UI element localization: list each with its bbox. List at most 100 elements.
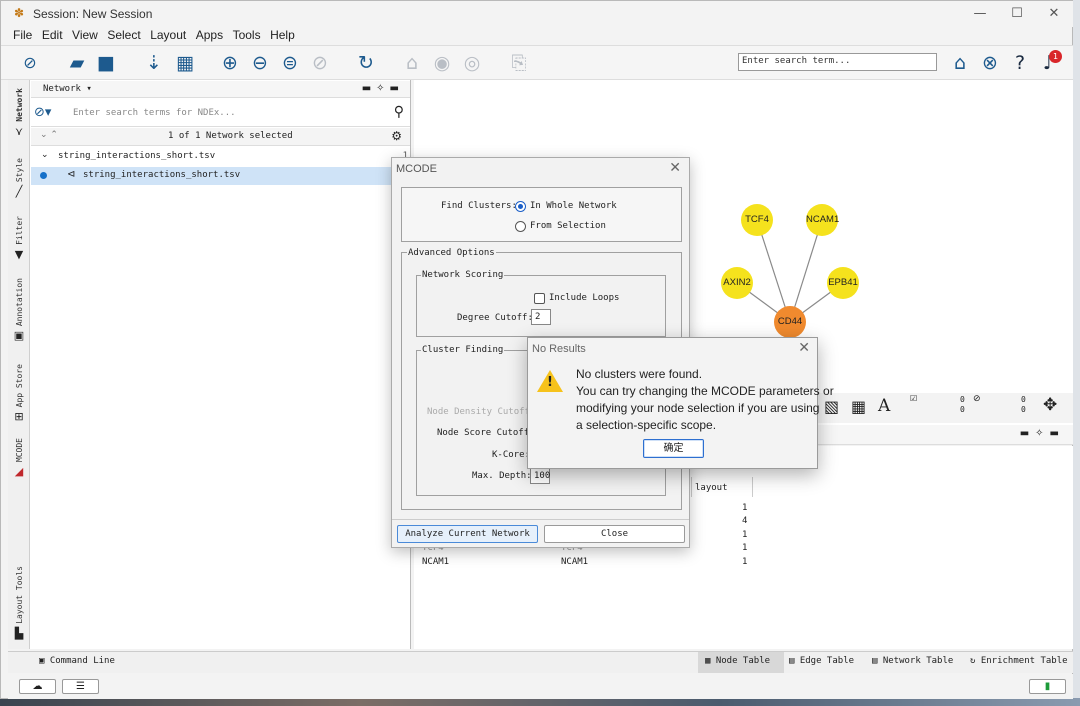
close-icon[interactable]: ✕ bbox=[669, 160, 681, 176]
radio-from-selection-label[interactable]: From Selection bbox=[530, 221, 606, 231]
show-icon[interactable]: ◎ bbox=[460, 51, 484, 75]
zoom-out-icon[interactable]: ⊖ bbox=[248, 51, 272, 75]
network-item-selected[interactable]: ⊲ string_interactions_short.tsv 5 bbox=[31, 167, 410, 185]
new-network-icon[interactable]: ⎘ bbox=[507, 51, 531, 75]
table-panel-icons[interactable]: ▬✧▬ bbox=[1020, 428, 1065, 439]
cluster-finding-label: Cluster Finding bbox=[421, 345, 505, 355]
tab-network[interactable]: Network ⋎ bbox=[8, 88, 30, 138]
eye-slash-icon: ⊘ bbox=[973, 394, 981, 404]
tab-style[interactable]: Style ╱ bbox=[8, 158, 30, 198]
radio-whole-network-label[interactable]: In Whole Network bbox=[530, 201, 617, 211]
tab-edge-table[interactable]: ▤ Edge Table bbox=[789, 656, 854, 666]
network-icon: ⋎ bbox=[14, 124, 24, 138]
degree-cutoff-input[interactable]: 2 bbox=[531, 309, 551, 325]
tab-filter[interactable]: Filter ▼ bbox=[8, 216, 30, 261]
network-scoring-label: Network Scoring bbox=[421, 270, 505, 280]
column-divider bbox=[691, 477, 692, 497]
include-loops-label[interactable]: Include Loops bbox=[549, 293, 619, 303]
ndex-search-input[interactable]: Enter search terms for NDEx... bbox=[73, 108, 236, 118]
marquee-icon[interactable]: ▦ bbox=[851, 397, 866, 416]
layout-tools-icon: ▙ bbox=[14, 626, 24, 640]
maximize-button[interactable]: ☐ bbox=[1002, 5, 1032, 23]
node-tcf4[interactable]: TCF4 bbox=[741, 204, 773, 236]
degree-cutoff-label: Degree Cutoff: bbox=[457, 313, 533, 323]
help-icon[interactable]: ? bbox=[1008, 51, 1032, 75]
save-session-icon[interactable]: ■ bbox=[94, 51, 118, 75]
menu-tools[interactable]: Tools bbox=[233, 27, 261, 44]
current-network-dot bbox=[40, 172, 47, 179]
open-session-icon[interactable]: ▰ bbox=[65, 51, 89, 75]
menu-help[interactable]: Help bbox=[270, 27, 295, 44]
include-loops-checkbox[interactable] bbox=[534, 293, 545, 304]
select-mode-icon[interactable]: ▧ bbox=[824, 397, 839, 416]
app-window: ✽ Session: New Session — ☐ ✕ File Edit V… bbox=[0, 0, 1073, 699]
node-cd44[interactable]: CD44 bbox=[774, 306, 806, 338]
tab-mcode[interactable]: MCODE ◢ bbox=[8, 438, 30, 478]
node-axin2[interactable]: AXIN2 bbox=[721, 267, 753, 299]
mcode-close-button[interactable]: Close bbox=[544, 525, 685, 543]
node-ncam1[interactable]: NCAM1 bbox=[806, 204, 839, 236]
ndex-search-row: ⊘▾ Enter search terms for NDEx... ⚲ bbox=[31, 99, 410, 127]
zoom-fit-icon[interactable]: ⊜ bbox=[278, 51, 302, 75]
tab-network-table[interactable]: ▤ Network Table bbox=[872, 656, 953, 666]
network-collection-item[interactable]: ⌄ string_interactions_short.tsv 1 bbox=[31, 148, 410, 166]
command-line-tab[interactable]: ▣ Command Line bbox=[39, 656, 115, 666]
tab-node-table[interactable]: ▦ Node Table bbox=[705, 656, 770, 666]
search-icon[interactable]: ⚲ bbox=[394, 104, 404, 120]
zoom-selected-icon[interactable]: ⊘ bbox=[308, 51, 332, 75]
menu-file[interactable]: File bbox=[13, 27, 32, 44]
home-icon[interactable]: ⌂ bbox=[948, 51, 972, 75]
gear-icon[interactable]: ⚙ bbox=[391, 129, 402, 143]
column-header-layout[interactable]: layout bbox=[695, 483, 728, 493]
ok-button[interactable]: 确定 bbox=[643, 439, 704, 458]
import-network-icon[interactable]: ⇣ bbox=[142, 51, 166, 75]
refresh-icon: ↻ bbox=[970, 656, 981, 666]
cloud-icon[interactable]: ☁ bbox=[19, 679, 56, 694]
globe-icon[interactable]: ⊗ bbox=[978, 51, 1002, 75]
import-table-icon[interactable]: ▦ bbox=[173, 51, 197, 75]
collapse-all-icon[interactable]: ⌄ ⌃ bbox=[40, 130, 58, 140]
tab-enrichment-table[interactable]: ↻ Enrichment Table bbox=[970, 656, 1068, 666]
terminal-icon: ▣ bbox=[39, 656, 50, 666]
network-view-toolbar: ▧ ▦ A ☑ 0 0 ⊘ 0 0 ✥ bbox=[817, 393, 1073, 423]
panel-header-icons[interactable]: ▬✧▬ bbox=[362, 83, 404, 94]
menu-view[interactable]: View bbox=[72, 27, 98, 44]
pan-icon[interactable]: ✥ bbox=[1043, 395, 1057, 415]
radio-from-selection[interactable] bbox=[515, 221, 526, 232]
tab-layout-tools[interactable]: Layout Tools ▙ bbox=[8, 566, 30, 640]
close-window-button[interactable]: ✕ bbox=[1039, 5, 1069, 23]
k-core-label: K-Core: bbox=[492, 450, 530, 460]
tab-annotation[interactable]: Annotation ▣ bbox=[8, 278, 30, 342]
hide-icon[interactable]: ◉ bbox=[430, 51, 454, 75]
filter-icon: ▼ bbox=[14, 247, 24, 261]
menu-layout[interactable]: Layout bbox=[150, 27, 186, 44]
task-list-icon[interactable]: ☰ bbox=[62, 679, 99, 694]
share-icon: ⊲ bbox=[67, 169, 76, 180]
ndex-logo-icon[interactable]: ⊘▾ bbox=[34, 105, 51, 120]
refresh-icon[interactable]: ↻ bbox=[354, 51, 378, 75]
network-panel-header: Network ▾ ▬✧▬ bbox=[31, 81, 410, 98]
max-depth-input[interactable]: 100 bbox=[530, 468, 550, 484]
analyze-current-network-button[interactable]: Analyze Current Network bbox=[397, 525, 538, 543]
first-neighbors-icon[interactable]: ⌂ bbox=[400, 51, 424, 75]
zoom-in-icon[interactable]: ⊕ bbox=[218, 51, 242, 75]
node-check-icon: ☑ bbox=[910, 394, 918, 403]
menu-select[interactable]: Select bbox=[107, 27, 140, 44]
annotation-text-icon[interactable]: A bbox=[878, 396, 890, 416]
tab-app-store[interactable]: App Store ⊞ bbox=[8, 364, 30, 423]
menu-apps[interactable]: Apps bbox=[196, 27, 223, 44]
table-icon: ▤ bbox=[872, 656, 883, 666]
taskbar-strip bbox=[0, 698, 1080, 706]
network-dropdown[interactable]: Network ▾ bbox=[43, 84, 92, 94]
node-epb41[interactable]: EPB41 bbox=[827, 267, 859, 299]
ndex-icon[interactable]: ⊘ bbox=[18, 51, 42, 75]
dialog-divider bbox=[392, 519, 689, 520]
search-input[interactable]: Enter search term... bbox=[738, 53, 937, 71]
minimize-button[interactable]: — bbox=[965, 5, 995, 23]
chevron-down-icon[interactable]: ⌄ bbox=[41, 150, 49, 160]
menu-edit[interactable]: Edit bbox=[42, 27, 63, 44]
radio-whole-network[interactable] bbox=[515, 201, 526, 212]
network-scoring-box bbox=[416, 275, 666, 337]
close-icon[interactable]: ✕ bbox=[798, 340, 810, 356]
memory-status-icon[interactable]: ▮ bbox=[1029, 679, 1066, 694]
